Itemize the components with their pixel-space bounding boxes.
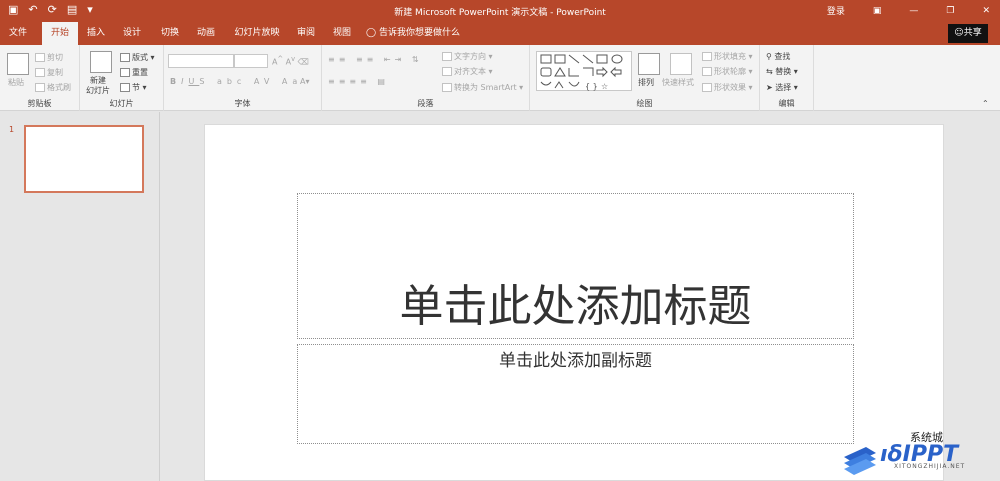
find-icon: ⚲ — [766, 52, 772, 61]
group-clipboard: 粘贴 剪切 复制 格式刷 剪贴板 — [0, 45, 80, 111]
svg-text:☆: ☆ — [601, 82, 608, 91]
group-label-drawing: 绘图 — [636, 99, 653, 108]
replace-button[interactable]: ⇆ 替换 ▾ — [766, 66, 798, 77]
copy-button[interactable]: 复制 — [35, 67, 63, 78]
group-label-slides: 幻灯片 — [109, 99, 134, 108]
brush-icon — [35, 83, 45, 92]
tab-view[interactable]: 视图 — [326, 22, 358, 45]
paste-button[interactable]: 粘贴 — [8, 77, 24, 88]
group-label-editing: 编辑 — [778, 99, 795, 108]
watermark-logo: ıδIPPT XITONGZHIJIA.NET 系统城 — [832, 431, 992, 475]
smartart-icon — [442, 83, 452, 92]
tell-me-box[interactable]: ◯ 告诉我你想要做什么 — [366, 22, 466, 45]
person-icon: ☺ — [954, 28, 964, 38]
arrange-button[interactable]: 排列 — [638, 77, 654, 88]
subtitle-placeholder-text: 单击此处添加副标题 — [499, 351, 652, 371]
title-bar: ▣ ↶ ⟳ ▤ ▾ 新建 Microsoft PowerPoint 演示文稿 -… — [0, 0, 1000, 22]
font-size-combo[interactable] — [234, 54, 268, 68]
tab-file[interactable]: 文件 — [2, 22, 34, 45]
align-text-button[interactable]: 对齐文本 ▾ — [442, 66, 493, 77]
font-name-combo[interactable] — [168, 54, 234, 68]
shape-fill-button[interactable]: 形状填充 ▾ — [702, 51, 753, 62]
watermark-url: XITONGZHIJIA.NET — [894, 463, 966, 470]
ribbon: 粘贴 剪切 复制 格式刷 剪贴板 新建 幻灯片 版式 ▾ 重置 节 ▾ 幻灯片 … — [0, 45, 1000, 111]
section-button[interactable]: 节 ▾ — [120, 82, 147, 93]
scissors-icon — [35, 53, 45, 62]
replace-icon: ⇆ — [766, 67, 773, 76]
find-button[interactable]: ⚲ 查找 — [766, 51, 790, 62]
font-style-buttons[interactable]: BIUS abc AV Aa — [170, 77, 302, 86]
effects-icon — [702, 83, 712, 92]
collapse-ribbon-icon[interactable]: ⌃ — [982, 99, 989, 108]
tell-me-text: 告诉我你想要做什么 — [378, 28, 460, 38]
group-label-font: 字体 — [234, 99, 251, 108]
tab-review[interactable]: 审阅 — [290, 22, 322, 45]
format-painter-button[interactable]: 格式刷 — [35, 82, 71, 93]
font-grow-shrink-icons[interactable]: A^ Av ⌫ — [272, 55, 309, 67]
share-button[interactable]: ☺共享 — [948, 24, 988, 43]
text-direction-button[interactable]: 文字方向 ▾ — [442, 51, 493, 62]
new-slide-button-line2[interactable]: 幻灯片 — [86, 85, 110, 96]
layout-button[interactable]: 版式 ▾ — [120, 52, 155, 63]
group-label-paragraph: 段落 — [417, 99, 434, 108]
shape-effects-button[interactable]: 形状效果 ▾ — [702, 82, 753, 93]
reset-button[interactable]: 重置 — [120, 67, 148, 78]
restore-button[interactable]: ❐ — [946, 6, 954, 16]
reset-icon — [120, 68, 130, 77]
close-button[interactable]: ✕ — [982, 6, 990, 16]
group-font: A^ Av ⌫ BIUS abc AV Aa A▾ 字体 — [164, 45, 322, 111]
list-buttons[interactable]: ≡≡ ≡≡ ⇤⇥ ⇅ — [328, 55, 423, 64]
minimize-button[interactable]: — — [909, 6, 918, 16]
cut-button[interactable]: 剪切 — [35, 52, 63, 63]
paint-bucket-icon — [702, 52, 712, 61]
quick-styles-icon[interactable] — [670, 53, 692, 75]
shape-outline-button[interactable]: 形状轮廓 ▾ — [702, 66, 753, 77]
quick-styles-button[interactable]: 快速样式 — [662, 77, 694, 88]
shapes-gallery[interactable]: { } ☆ — [536, 51, 632, 91]
shapes-icons: { } ☆ — [540, 54, 623, 91]
align-buttons[interactable]: ≡≡≡≡ ▤ — [328, 77, 389, 86]
group-editing: ⚲ 查找 ⇆ 替换 ▾ ➤ 选择 ▾ 编辑 — [760, 45, 814, 111]
section-icon — [120, 83, 130, 92]
cursor-icon: ➤ — [766, 83, 773, 92]
pen-icon — [702, 67, 712, 76]
subtitle-placeholder[interactable]: 单击此处添加副标题 — [297, 344, 854, 444]
align-text-icon — [442, 67, 452, 76]
group-paragraph: ≡≡ ≡≡ ⇤⇥ ⇅ ≡≡≡≡ ▤ 文字方向 ▾ 对齐文本 ▾ 转换为 Smar… — [322, 45, 530, 111]
copy-icon — [35, 68, 45, 77]
ribbon-display-icon[interactable]: ▣ — [873, 6, 882, 16]
select-button[interactable]: ➤ 选择 ▾ — [766, 82, 798, 93]
group-slides: 新建 幻灯片 版式 ▾ 重置 节 ▾ 幻灯片 — [80, 45, 164, 111]
smartart-button[interactable]: 转换为 SmartArt ▾ — [442, 82, 523, 93]
lightbulb-icon: ◯ — [366, 28, 377, 38]
paste-icon[interactable] — [7, 53, 29, 75]
share-label: 共享 — [963, 28, 982, 38]
thumbnail-number: 1 — [9, 125, 15, 134]
layout-icon — [120, 53, 130, 62]
tab-insert[interactable]: 插入 — [80, 22, 112, 45]
svg-text:{ }: { } — [585, 82, 598, 91]
font-color-icon[interactable]: A▾ — [300, 77, 310, 86]
ribbon-tabs: 文件 开始 插入 设计 切换 动画 幻灯片放映 审阅 视图 ◯ 告诉我你想要做什… — [0, 22, 1000, 45]
login-link[interactable]: 登录 — [827, 4, 845, 17]
tab-slideshow[interactable]: 幻灯片放映 — [230, 22, 284, 45]
tab-transitions[interactable]: 切换 — [154, 22, 186, 45]
watermark-brand: 系统城 — [910, 431, 943, 444]
slide-thumbnail[interactable] — [24, 125, 144, 193]
new-slide-icon[interactable] — [90, 51, 112, 73]
arrange-icon[interactable] — [638, 53, 660, 75]
text-direction-icon — [442, 52, 452, 61]
slide-canvas[interactable]: 单击此处添加标题 单击此处添加副标题 — [204, 124, 944, 481]
tab-animations[interactable]: 动画 — [190, 22, 222, 45]
title-placeholder[interactable]: 单击此处添加标题 — [297, 193, 854, 339]
title-placeholder-text: 单击此处添加标题 — [399, 281, 752, 332]
tab-design[interactable]: 设计 — [116, 22, 148, 45]
group-label-clipboard: 剪贴板 — [27, 99, 52, 108]
tab-home[interactable]: 开始 — [42, 22, 78, 45]
